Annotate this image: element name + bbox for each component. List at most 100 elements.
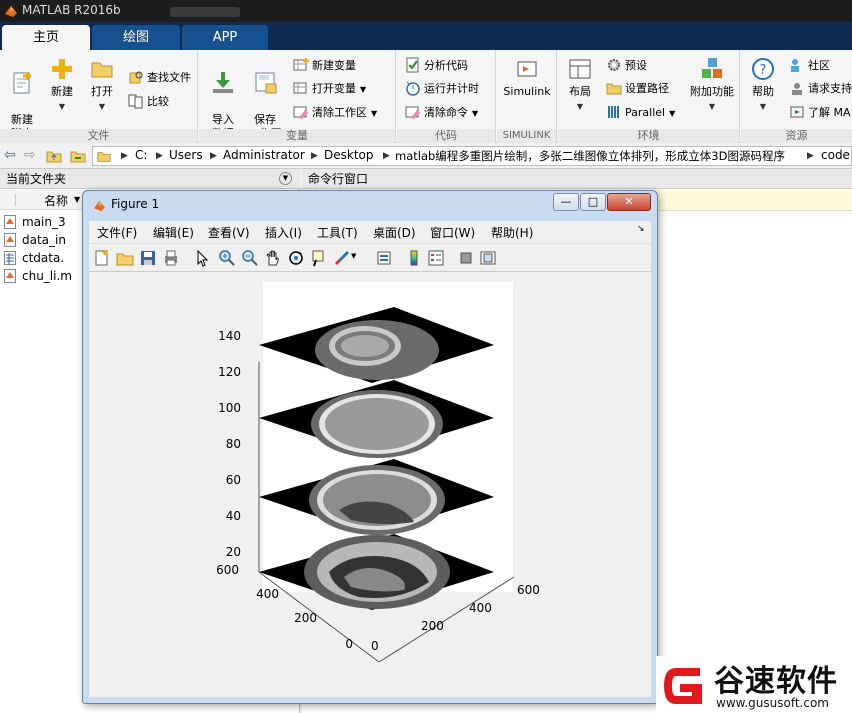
run-and-time-button[interactable]: 运行并计时 <box>405 79 479 99</box>
new-figure-icon[interactable] <box>93 249 111 267</box>
chevron-down-icon: ▼ <box>98 102 106 111</box>
maximize-button[interactable]: □ <box>580 193 606 211</box>
browse-folder-icon[interactable] <box>70 148 86 164</box>
link-plot-icon[interactable] <box>375 249 393 267</box>
crumb-separator-icon: ▶ <box>121 151 128 161</box>
z-tick-label: 60 <box>226 473 241 487</box>
print-icon[interactable] <box>162 249 180 267</box>
simulink-button[interactable]: Simulink <box>501 54 553 99</box>
stopwatch-icon <box>406 81 420 96</box>
analyze-code-label: 分析代码 <box>424 59 468 72</box>
request-support-button[interactable]: 请求支持 <box>789 79 852 99</box>
addons-cubes-icon <box>702 58 722 78</box>
pan-hand-icon[interactable] <box>264 249 282 267</box>
menu-view[interactable]: 查看(V) <box>208 224 250 241</box>
ribbon-group-label: 代码 <box>397 129 495 143</box>
crumb-administrator[interactable]: Administrator <box>223 148 305 162</box>
legend-icon[interactable] <box>427 249 445 267</box>
crumb-users[interactable]: Users <box>169 148 203 162</box>
folder-icon <box>97 152 111 162</box>
find-files-button[interactable]: 查找文件 <box>128 68 191 88</box>
hide-plot-tools-icon[interactable] <box>457 249 475 267</box>
chevron-down-icon: ▼ <box>360 85 367 94</box>
addons-button[interactable]: 附加功能 ▼ <box>686 54 738 114</box>
folder-icon <box>91 62 113 78</box>
crumb-code[interactable]: code <box>821 148 850 162</box>
learn-icon <box>790 106 804 118</box>
data-cursor-icon[interactable] <box>310 249 328 267</box>
up-folder-icon[interactable] <box>46 148 62 164</box>
menu-help[interactable]: 帮助(H) <box>491 224 533 241</box>
brand-name: 谷速软件 <box>714 664 838 699</box>
analyze-code-button[interactable]: 分析代码 <box>405 56 468 76</box>
menu-file[interactable]: 文件(F) <box>97 224 137 241</box>
x-tick-label: 200 <box>421 619 444 633</box>
path-box[interactable]: ▶ C: ▶ Users ▶ Administrator ▶ Desktop ▶… <box>92 146 852 166</box>
pointer-icon[interactable] <box>193 249 211 267</box>
import-data-button[interactable]: 导入 数据 <box>203 54 243 141</box>
preferences-button[interactable]: 预设 <box>606 56 647 76</box>
column-name[interactable]: 名称 <box>44 192 68 209</box>
minimize-button[interactable]: — <box>553 193 579 211</box>
figure-canvas[interactable]: 140 120 100 80 60 40 20 600 400 200 0 0 … <box>89 271 651 697</box>
help-button[interactable]: ? 帮助 ▼ <box>743 54 783 114</box>
file-item[interactable]: data_in <box>4 232 66 249</box>
file-item[interactable]: chu_li.m <box>4 268 72 285</box>
rotate-3d-icon[interactable] <box>287 249 305 267</box>
close-button[interactable]: ✕ <box>607 193 651 211</box>
compare-button[interactable]: 比较 <box>128 92 169 112</box>
community-button[interactable]: 社区 <box>789 56 830 76</box>
check-doc-icon <box>406 57 419 73</box>
save-workspace-button[interactable]: 保存 工作区 <box>245 54 285 141</box>
show-plot-tools-icon[interactable] <box>479 249 497 267</box>
parallel-button[interactable]: Parallel ▼ <box>606 103 675 123</box>
crumb-drive[interactable]: C: <box>135 148 147 162</box>
set-path-button[interactable]: 设置路径 <box>606 79 669 99</box>
open-variable-button[interactable]: 打开变量 ▼ <box>293 79 366 99</box>
zoom-in-icon[interactable] <box>218 249 236 267</box>
chevron-down-icon: ▼ <box>708 102 716 111</box>
brush-icon[interactable] <box>333 249 351 267</box>
save-icon[interactable] <box>139 249 157 267</box>
menu-edit[interactable]: 编辑(E) <box>153 224 194 241</box>
sort-arrow-icon[interactable]: ▼ <box>74 195 80 204</box>
tab-apps[interactable]: APP <box>182 25 268 50</box>
tab-home[interactable]: 主页 <box>2 25 90 50</box>
zoom-out-icon[interactable] <box>241 249 259 267</box>
tab-plots[interactable]: 绘图 <box>92 25 180 50</box>
file-item[interactable]: main_3 <box>4 214 66 231</box>
find-files-icon <box>129 71 143 84</box>
new-button[interactable]: 新建 ▼ <box>42 54 82 114</box>
x-tick-label: 400 <box>469 601 492 615</box>
clear-workspace-button[interactable]: 清除工作区 ▼ <box>293 103 377 123</box>
clear-commands-button[interactable]: 清除命令 ▼ <box>405 103 478 123</box>
colorbar-icon[interactable] <box>405 249 423 267</box>
layout-icon <box>569 59 591 79</box>
ribbon-tab-bar: 主页 绘图 APP <box>0 22 852 50</box>
crumb-project[interactable]: matlab编程多重图片绘制，多张二维图像立体排列，形成立体3D图源码程序 <box>395 148 785 164</box>
figure-window[interactable]: Figure 1 — □ ✕ 文件(F) 编辑(E) 查看(V) 插入(I) 工… <box>82 190 658 704</box>
back-arrow-icon[interactable]: ⇦ <box>4 147 16 163</box>
menu-tools[interactable]: 工具(T) <box>317 224 358 241</box>
axes-3d[interactable]: 140 120 100 80 60 40 20 600 400 200 0 0 … <box>89 272 651 698</box>
layout-button[interactable]: 布局 ▼ <box>560 54 600 114</box>
open-file-icon[interactable] <box>116 249 134 267</box>
menu-window[interactable]: 窗口(W) <box>430 224 475 241</box>
forward-arrow-icon[interactable]: ⇨ <box>24 147 36 163</box>
learn-matlab-button[interactable]: 了解 MA <box>789 103 851 123</box>
new-script-button[interactable]: 新建 脚本 <box>2 54 42 141</box>
new-variable-button[interactable]: 新建变量 <box>293 56 356 76</box>
dock-arrow-icon[interactable]: ↘ <box>637 224 645 234</box>
chevron-down-icon[interactable]: ▼ <box>351 252 369 270</box>
chevron-down-icon: ▼ <box>759 102 767 111</box>
open-button[interactable]: 打开 ▼ <box>82 54 122 114</box>
menu-desktop[interactable]: 桌面(D) <box>373 224 416 241</box>
command-window-header: 命令行窗口 <box>302 169 852 189</box>
crumb-desktop[interactable]: Desktop <box>324 148 374 162</box>
brand-logo-icon <box>664 668 702 704</box>
request-support-label: 请求支持 <box>808 82 852 95</box>
file-item[interactable]: ctdata. <box>4 250 64 267</box>
pane-menu-icon[interactable]: ▼ <box>279 172 292 185</box>
help-label: 帮助 <box>752 85 774 98</box>
menu-insert[interactable]: 插入(I) <box>265 224 302 241</box>
